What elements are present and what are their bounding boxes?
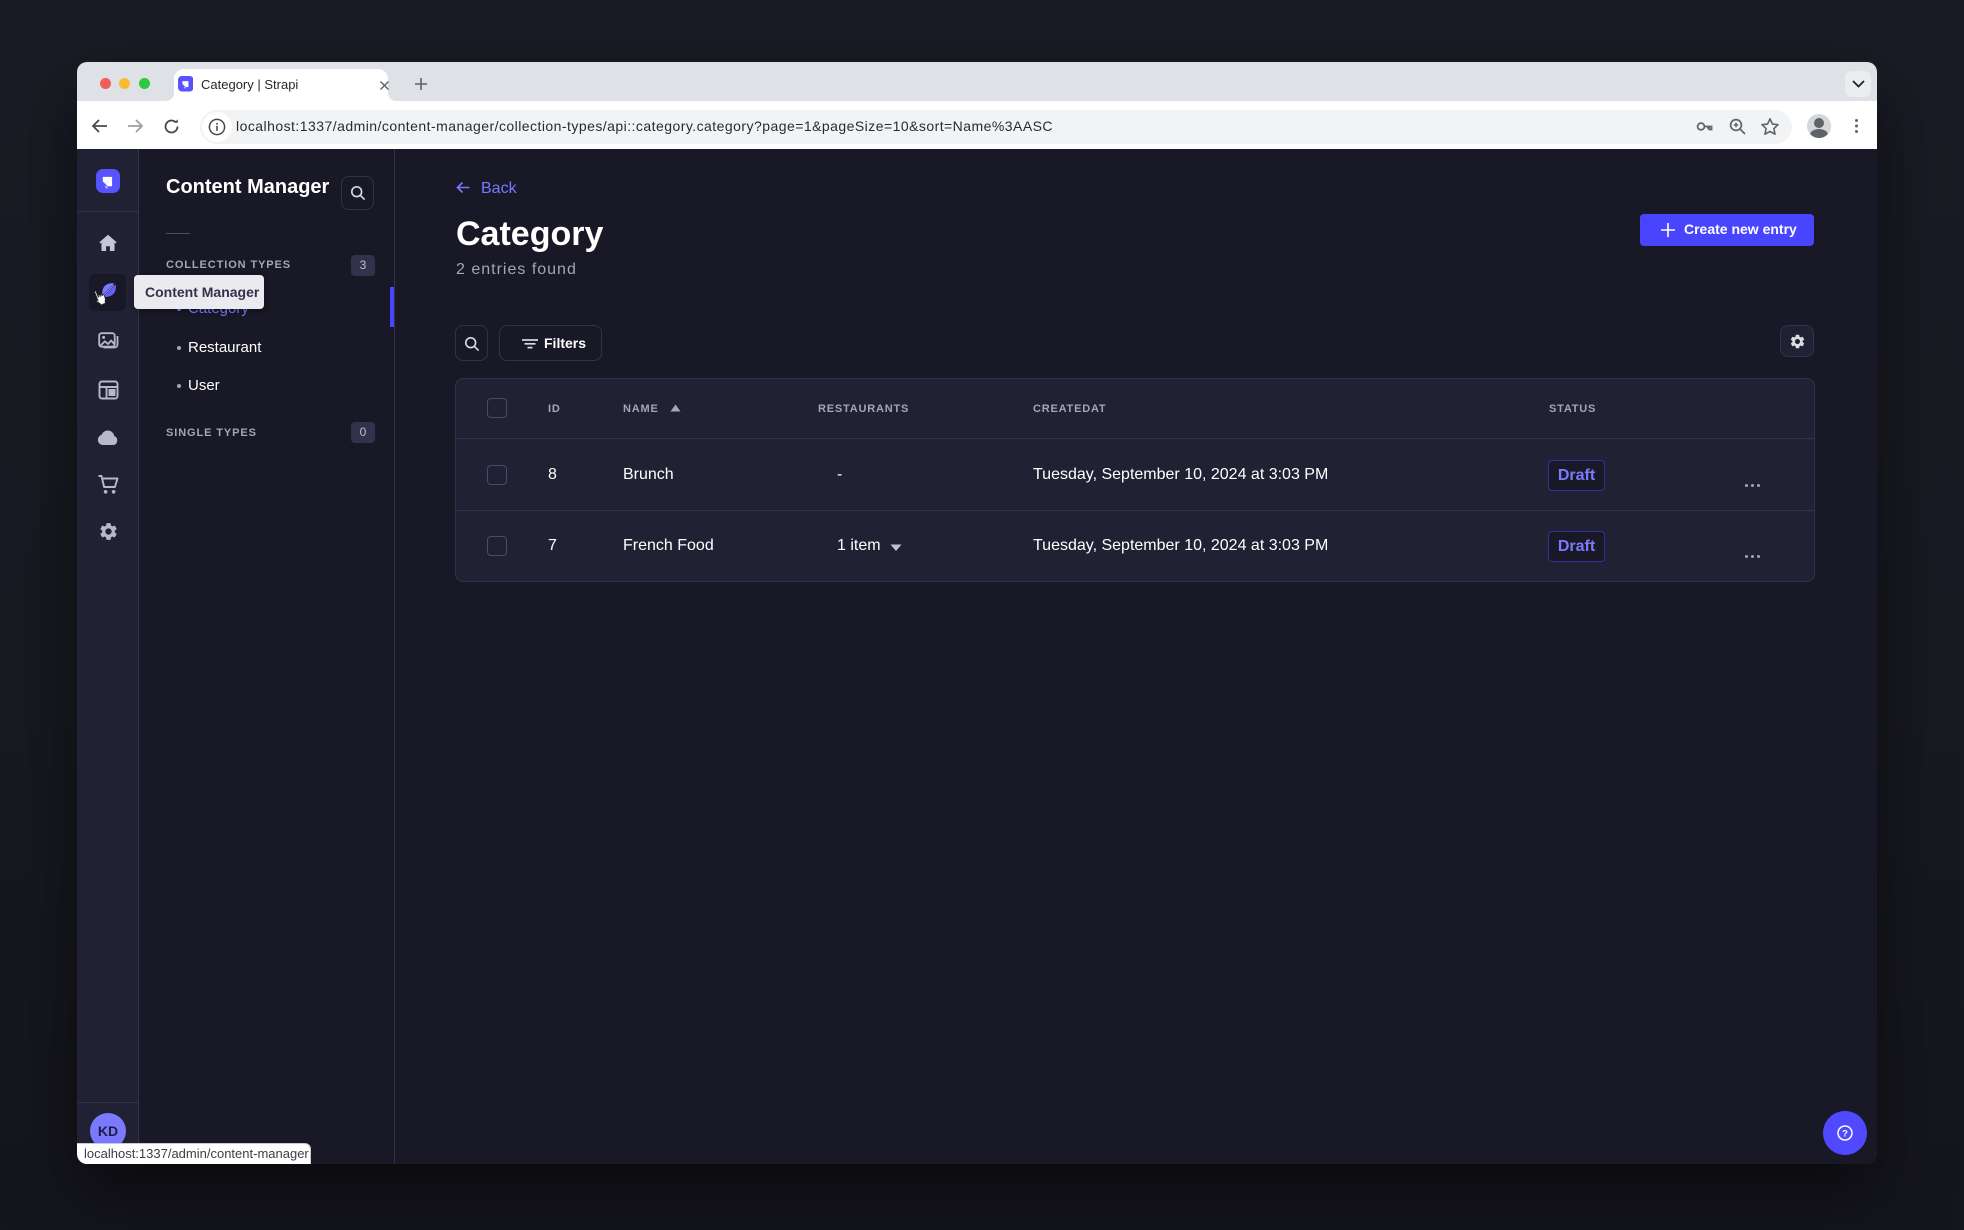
svg-text:?: ? — [1842, 1129, 1848, 1140]
